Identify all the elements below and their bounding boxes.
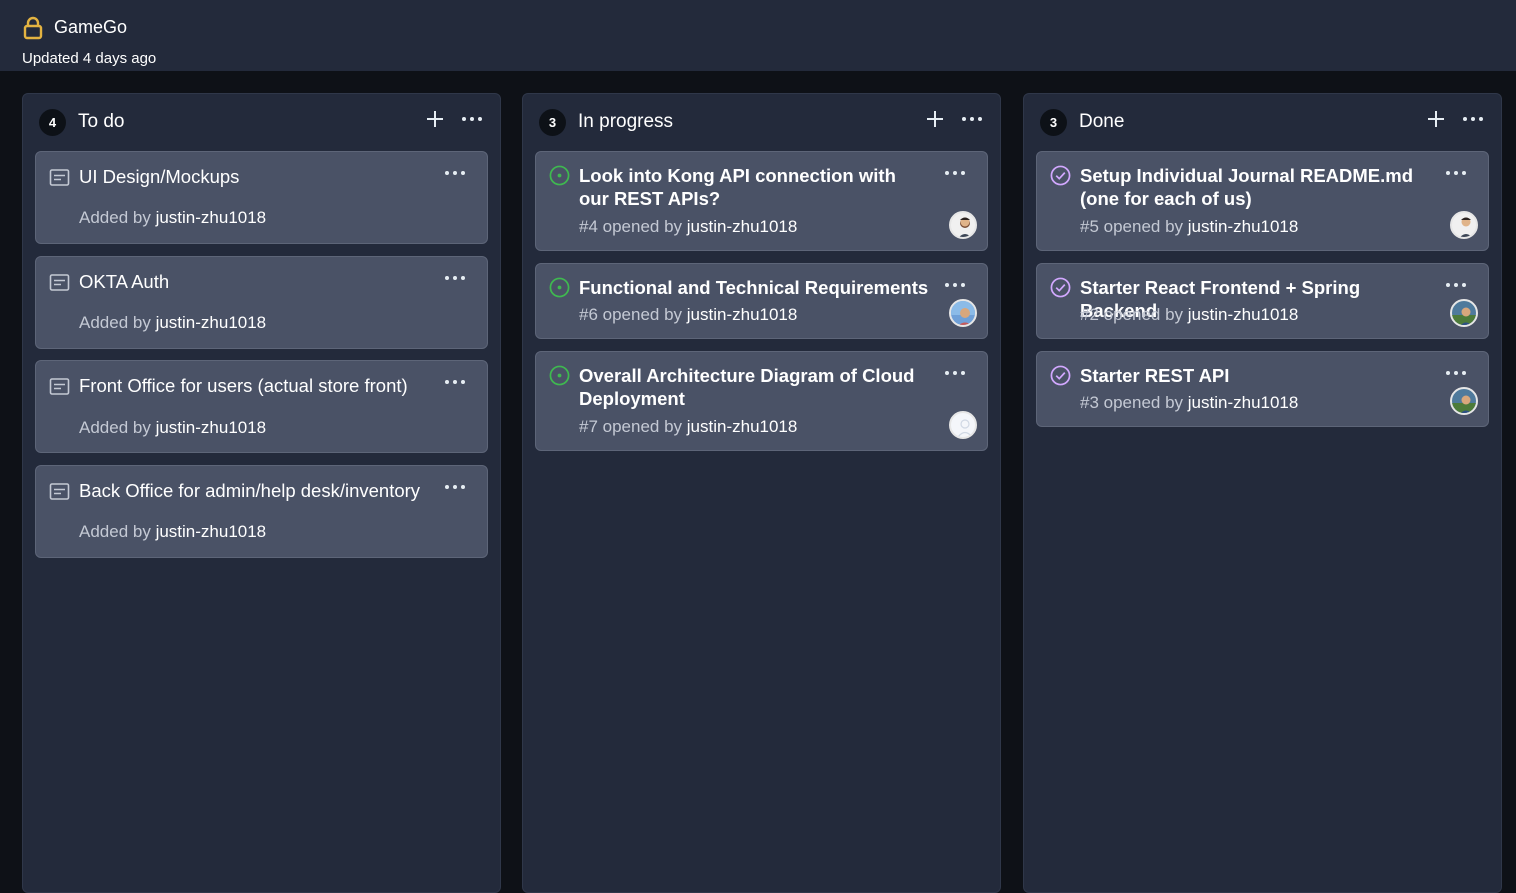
issue-card[interactable]: Look into Kong API connection with our R… (535, 151, 988, 251)
note-icon (49, 483, 70, 500)
lock-icon (23, 16, 43, 40)
note-card[interactable]: UI Design/Mockups Added by justin-zhu101… (35, 151, 488, 244)
card-title[interactable]: Setup Individual Journal README.md (one … (1080, 164, 1430, 210)
card-meta: #7 opened by justin-zhu1018 (579, 417, 798, 436)
note-icon (49, 378, 70, 395)
card-meta: Added by justin-zhu1018 (79, 208, 267, 227)
card-meta: #5 opened by justin-zhu1018 (1080, 217, 1299, 236)
avatar[interactable] (1450, 299, 1478, 327)
card-title: Front Office for users (actual store fro… (79, 375, 408, 396)
author-link[interactable]: justin-zhu1018 (156, 313, 267, 332)
author-link[interactable]: justin-zhu1018 (1188, 305, 1299, 324)
card-title[interactable]: Starter REST API (1080, 364, 1430, 387)
card-title[interactable]: Functional and Technical Requirements (579, 276, 929, 299)
card-menu-icon[interactable] (1444, 366, 1468, 380)
card-meta: #4 opened by justin-zhu1018 (579, 217, 798, 236)
add-card-icon[interactable] (426, 110, 444, 128)
project-header: GameGo Updated 4 days ago (0, 0, 1516, 71)
card-title: OKTA Auth (79, 271, 170, 292)
author-link[interactable]: justin-zhu1018 (687, 217, 798, 236)
avatar[interactable] (949, 211, 977, 239)
column-menu-icon[interactable] (960, 110, 984, 128)
author-link[interactable]: justin-zhu1018 (1188, 217, 1299, 236)
card-menu-icon[interactable] (443, 271, 467, 285)
avatar[interactable] (949, 411, 977, 439)
column-title: To do (78, 111, 125, 132)
avatar[interactable] (949, 299, 977, 327)
author-link[interactable]: justin-zhu1018 (687, 417, 798, 436)
note-card[interactable]: OKTA Auth Added by justin-zhu1018 (35, 256, 488, 349)
card-title: UI Design/Mockups (79, 166, 240, 187)
closed-issue-icon (1050, 277, 1071, 298)
column-header: 4 To do (23, 94, 500, 150)
column-menu-icon[interactable] (460, 110, 484, 128)
card-meta: Added by justin-zhu1018 (79, 313, 267, 332)
card-title[interactable]: Overall Architecture Diagram of Cloud De… (579, 364, 929, 410)
issue-card[interactable]: Functional and Technical Requirements #6… (535, 263, 988, 339)
author-link[interactable]: justin-zhu1018 (156, 522, 267, 541)
card-menu-icon[interactable] (1444, 166, 1468, 180)
note-icon (49, 169, 70, 186)
author-link[interactable]: justin-zhu1018 (687, 305, 798, 324)
column-menu-icon[interactable] (1461, 110, 1485, 128)
author-link[interactable]: justin-zhu1018 (156, 418, 267, 437)
column-in-progress: 3 In progress Look into Kong API connect… (522, 93, 1001, 893)
issue-card[interactable]: Starter React Frontend + Spring Backend … (1036, 263, 1489, 339)
card-menu-icon[interactable] (943, 166, 967, 180)
closed-issue-icon (1050, 365, 1071, 386)
card-count-badge: 3 (1040, 109, 1067, 136)
card-meta: Added by justin-zhu1018 (79, 522, 267, 541)
card-meta: #3 opened by justin-zhu1018 (1080, 393, 1299, 412)
card-title: Back Office for admin/help desk/inventor… (79, 480, 421, 501)
issue-card[interactable]: Overall Architecture Diagram of Cloud De… (535, 351, 988, 451)
column-header: 3 In progress (523, 94, 1000, 150)
closed-issue-icon (1050, 165, 1071, 186)
card-meta: #6 opened by justin-zhu1018 (579, 305, 798, 324)
card-meta: Added by justin-zhu1018 (79, 418, 267, 437)
open-issue-icon (549, 365, 570, 386)
issue-card[interactable]: Starter REST API #3 opened by justin-zhu… (1036, 351, 1489, 427)
card-title[interactable]: Look into Kong API connection with our R… (579, 164, 929, 210)
column-header: 3 Done (1024, 94, 1501, 150)
column-todo: 4 To do UI Design/Mockups Added by justi… (22, 93, 501, 893)
author-link[interactable]: justin-zhu1018 (156, 208, 267, 227)
column-done: 3 Done Setup Individual Journal README.m… (1023, 93, 1502, 893)
column-title: Done (1079, 111, 1125, 132)
avatar[interactable] (1450, 387, 1478, 415)
card-meta: #2 opened by justin-zhu1018 (1080, 305, 1299, 324)
updated-timestamp: Updated 4 days ago (22, 50, 157, 67)
project-title[interactable]: GameGo (54, 17, 127, 38)
card-menu-icon[interactable] (943, 366, 967, 380)
card-menu-icon[interactable] (443, 166, 467, 180)
open-issue-icon (549, 165, 570, 186)
card-count-badge: 3 (539, 109, 566, 136)
add-card-icon[interactable] (1427, 110, 1445, 128)
add-card-icon[interactable] (926, 110, 944, 128)
card-count-badge: 4 (39, 109, 66, 136)
open-issue-icon (549, 277, 570, 298)
card-menu-icon[interactable] (443, 375, 467, 389)
note-icon (49, 274, 70, 291)
avatar[interactable] (1450, 211, 1478, 239)
note-card[interactable]: Front Office for users (actual store fro… (35, 360, 488, 453)
column-title: In progress (578, 111, 674, 132)
author-link[interactable]: justin-zhu1018 (1188, 393, 1299, 412)
card-menu-icon[interactable] (443, 480, 467, 494)
card-menu-icon[interactable] (1444, 278, 1468, 292)
note-card[interactable]: Back Office for admin/help desk/inventor… (35, 465, 488, 558)
issue-card[interactable]: Setup Individual Journal README.md (one … (1036, 151, 1489, 251)
card-menu-icon[interactable] (943, 278, 967, 292)
